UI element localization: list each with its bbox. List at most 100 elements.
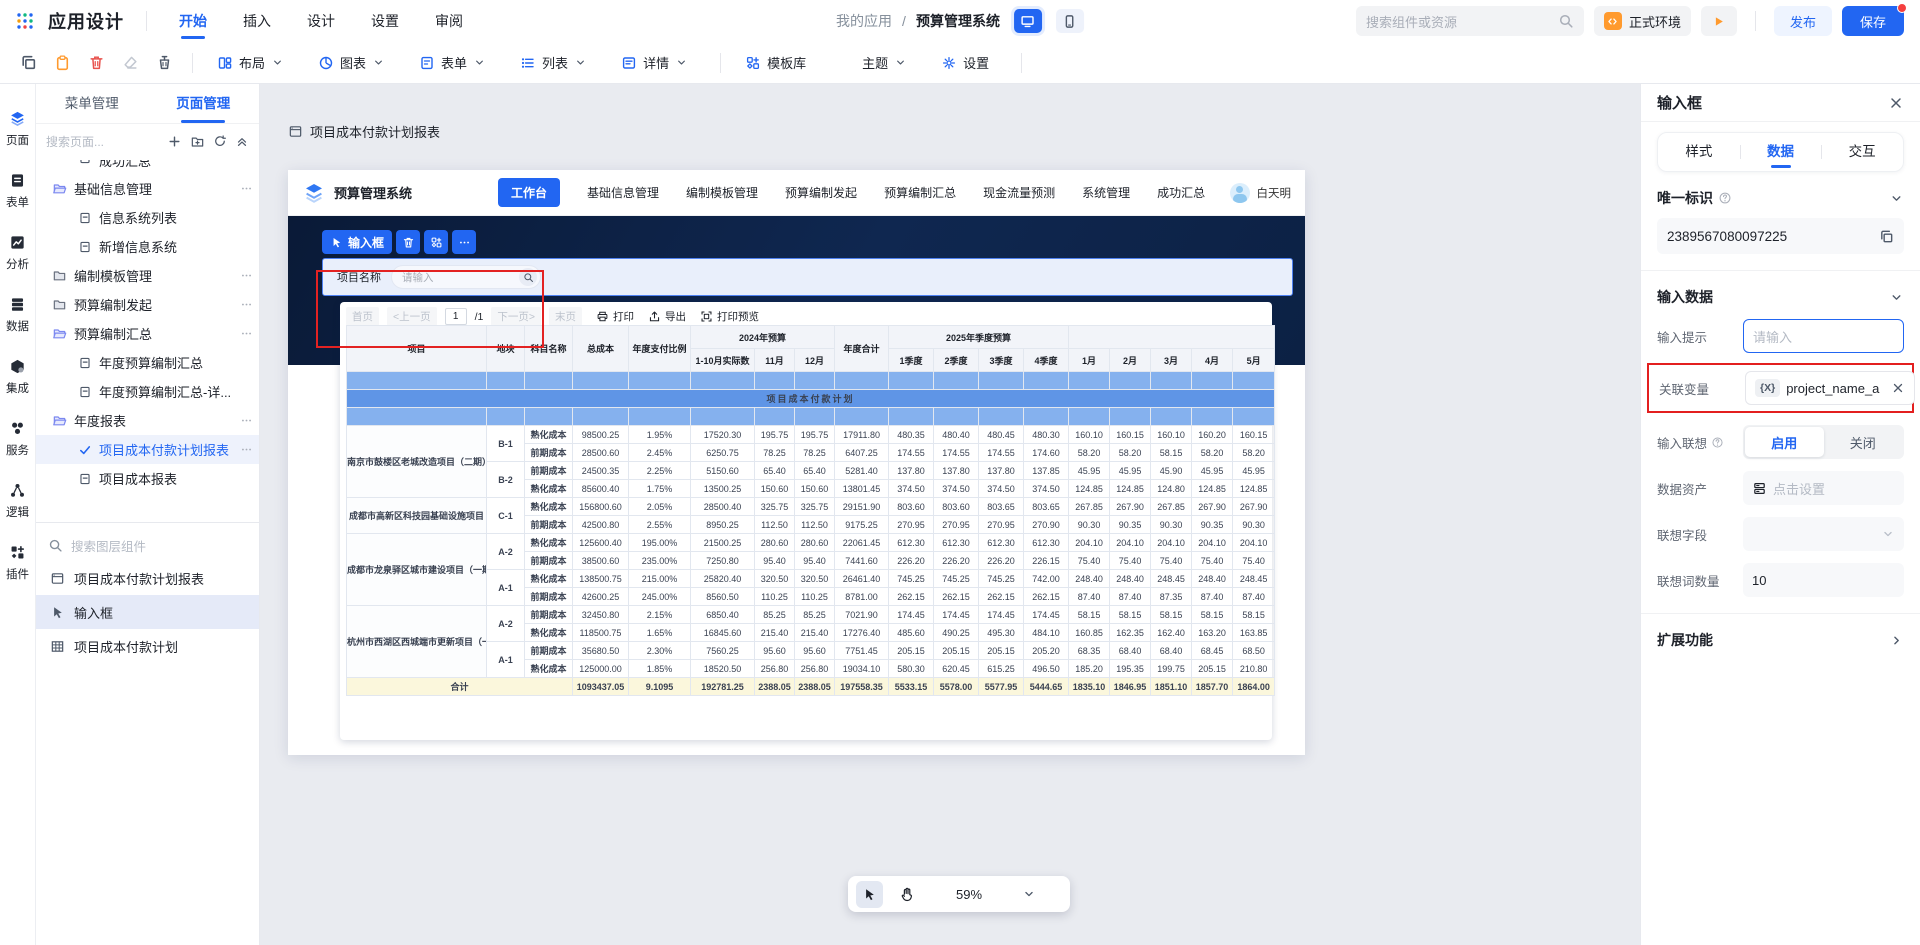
property-tab-交互[interactable]: 交互 bbox=[1821, 132, 1903, 172]
preview-nav-系统管理[interactable]: 系统管理 bbox=[1082, 184, 1130, 201]
print-preview-button[interactable]: 打印预览 bbox=[700, 309, 759, 324]
menu-tab-开始[interactable]: 开始 bbox=[179, 0, 207, 42]
refresh-icon[interactable] bbox=[213, 134, 227, 148]
selected-component-pill[interactable]: 输入框 bbox=[322, 230, 392, 254]
tree-item[interactable]: 基础信息管理 bbox=[36, 174, 259, 203]
copy-button[interactable] bbox=[14, 49, 42, 77]
tree-item[interactable]: 年度报表 bbox=[36, 406, 259, 435]
unique-id-field[interactable]: 2389567080097225 bbox=[1657, 218, 1904, 254]
zoom-level-select[interactable]: 59% bbox=[956, 887, 1036, 902]
page-search-input[interactable]: 搜索页面... bbox=[46, 133, 159, 150]
eraser-button[interactable] bbox=[116, 49, 144, 77]
rail-item-分析[interactable]: 分析 bbox=[6, 234, 29, 272]
tree-item[interactable]: 成功汇总 bbox=[36, 160, 259, 174]
input-hint-field[interactable]: 请输入 bbox=[1743, 319, 1904, 353]
print-button[interactable]: 打印 bbox=[596, 309, 634, 324]
design-canvas[interactable]: 项目成本付款计划报表 预算管理系统 工作台基础信息管理编制模板管理预算编制发起预… bbox=[260, 84, 1640, 945]
suggest-count-field[interactable]: 10 bbox=[1743, 563, 1904, 597]
toolbar-group-主题[interactable]: 主题 bbox=[830, 48, 917, 78]
pager-next[interactable]: 下一页> bbox=[491, 307, 541, 326]
layer-item[interactable]: 项目成本付款计划 bbox=[36, 629, 259, 663]
extension-section[interactable]: 扩展功能 bbox=[1641, 630, 1920, 650]
suggest-enable-option[interactable]: 启用 bbox=[1745, 427, 1824, 457]
rail-item-数据[interactable]: 数据 bbox=[6, 296, 29, 334]
clear-button[interactable] bbox=[150, 49, 178, 77]
property-tab-数据[interactable]: 数据 bbox=[1740, 132, 1822, 172]
clear-variable-icon[interactable] bbox=[1891, 381, 1905, 395]
linked-variable-field[interactable]: {X} project_name_a bbox=[1745, 371, 1915, 405]
tree-item[interactable]: 项目成本报表 bbox=[36, 464, 259, 493]
preview-nav-预算编制发起[interactable]: 预算编制发起 bbox=[785, 184, 857, 201]
menu-tab-设计[interactable]: 设计 bbox=[307, 0, 335, 42]
preview-nav-工作台[interactable]: 工作台 bbox=[498, 178, 560, 207]
more-actions-button[interactable] bbox=[452, 230, 476, 254]
add-folder-icon[interactable] bbox=[190, 134, 205, 149]
toolbar-group-模板库[interactable]: 模板库 bbox=[735, 48, 816, 78]
pager-last[interactable]: 末页 bbox=[549, 307, 582, 326]
preview-nav-基础信息管理[interactable]: 基础信息管理 bbox=[587, 184, 659, 201]
project-name-input[interactable]: 请输入 bbox=[391, 265, 541, 289]
toolbar-group-布局[interactable]: 布局 bbox=[207, 48, 294, 78]
delete-component-button[interactable] bbox=[396, 230, 420, 254]
export-button[interactable]: 导出 bbox=[648, 309, 686, 324]
app-grid-icon[interactable] bbox=[16, 12, 34, 30]
toolbar-group-图表[interactable]: 图表 bbox=[308, 48, 395, 78]
layer-item[interactable]: 项目成本付款计划报表 bbox=[36, 561, 259, 595]
menu-tab-插入[interactable]: 插入 bbox=[243, 0, 271, 42]
preview-user[interactable]: 白天明 bbox=[1230, 183, 1292, 203]
rail-item-插件[interactable]: 插件 bbox=[6, 544, 29, 582]
input-component[interactable]: 项目名称 请输入 bbox=[322, 258, 1293, 296]
copy-icon[interactable] bbox=[1879, 229, 1894, 244]
property-tab-样式[interactable]: 样式 bbox=[1658, 132, 1740, 172]
chevron-down-icon[interactable] bbox=[1889, 290, 1904, 305]
chevron-down-icon[interactable] bbox=[1889, 191, 1904, 206]
close-icon[interactable] bbox=[1888, 95, 1904, 111]
pager-first[interactable]: 首页 bbox=[346, 307, 379, 326]
toolbar-group-设置[interactable]: 设置 bbox=[931, 48, 999, 78]
preview-nav-预算编制汇总[interactable]: 预算编制汇总 bbox=[884, 184, 956, 201]
menu-tab-设置[interactable]: 设置 bbox=[371, 0, 399, 42]
tree-item[interactable]: 信息系统列表 bbox=[36, 203, 259, 232]
pager-page-input[interactable]: 1 bbox=[445, 308, 467, 325]
rail-item-逻辑[interactable]: 逻辑 bbox=[6, 482, 29, 520]
desktop-view-button[interactable] bbox=[1014, 9, 1042, 33]
save-button[interactable]: 保存 bbox=[1842, 6, 1904, 36]
data-asset-field[interactable]: 点击设置 bbox=[1743, 471, 1904, 505]
preview-nav-现金流量预测[interactable]: 现金流量预测 bbox=[983, 184, 1055, 201]
delete-button[interactable] bbox=[82, 49, 110, 77]
rail-item-集成[interactable]: 集成 bbox=[6, 358, 29, 396]
question-icon[interactable] bbox=[1718, 191, 1732, 205]
toolbar-group-表单[interactable]: 表单 bbox=[409, 48, 496, 78]
pager-prev[interactable]: <上一页 bbox=[387, 307, 437, 326]
rail-item-表单[interactable]: 表单 bbox=[6, 172, 29, 210]
preview-nav-编制模板管理[interactable]: 编制模板管理 bbox=[686, 184, 758, 201]
paste-button[interactable] bbox=[48, 49, 76, 77]
tree-item[interactable]: 预算编制发起 bbox=[36, 290, 259, 319]
search-icon[interactable] bbox=[519, 268, 537, 286]
collapse-all-icon[interactable] bbox=[235, 134, 249, 148]
tree-item[interactable]: 年度预算编制汇总 bbox=[36, 348, 259, 377]
publish-button[interactable]: 发布 bbox=[1774, 6, 1832, 36]
layer-search-input[interactable]: 搜索图层组件 bbox=[71, 536, 146, 555]
breadcrumb-parent[interactable]: 我的应用 bbox=[836, 11, 892, 31]
add-page-icon[interactable] bbox=[167, 134, 182, 149]
suggest-disable-option[interactable]: 关闭 bbox=[1824, 427, 1903, 457]
left-tab-菜单管理[interactable]: 菜单管理 bbox=[36, 84, 148, 123]
tree-item[interactable]: 项目成本付款计划报表 bbox=[36, 435, 259, 464]
pan-tool-button[interactable] bbox=[893, 881, 920, 908]
run-preview-button[interactable] bbox=[1701, 6, 1737, 36]
suggest-field-select[interactable] bbox=[1743, 517, 1904, 551]
clone-component-button[interactable] bbox=[424, 230, 448, 254]
select-tool-button[interactable] bbox=[856, 881, 883, 908]
tree-item[interactable]: 年度预算编制汇总-详... bbox=[36, 377, 259, 406]
menu-tab-审阅[interactable]: 审阅 bbox=[435, 0, 463, 42]
tree-item[interactable]: 编制模板管理 bbox=[36, 261, 259, 290]
page-preview[interactable]: 预算管理系统 工作台基础信息管理编制模板管理预算编制发起预算编制汇总现金流量预测… bbox=[288, 170, 1305, 755]
layer-item[interactable]: 输入框 bbox=[36, 595, 259, 629]
toolbar-group-详情[interactable]: 详情 bbox=[611, 48, 698, 78]
resource-search-input[interactable]: 搜索组件或资源 bbox=[1356, 6, 1584, 36]
preview-nav-成功汇总[interactable]: 成功汇总 bbox=[1157, 184, 1205, 201]
question-icon[interactable] bbox=[1711, 436, 1724, 449]
tree-item[interactable]: 预算编制汇总 bbox=[36, 319, 259, 348]
left-tab-页面管理[interactable]: 页面管理 bbox=[148, 84, 260, 123]
